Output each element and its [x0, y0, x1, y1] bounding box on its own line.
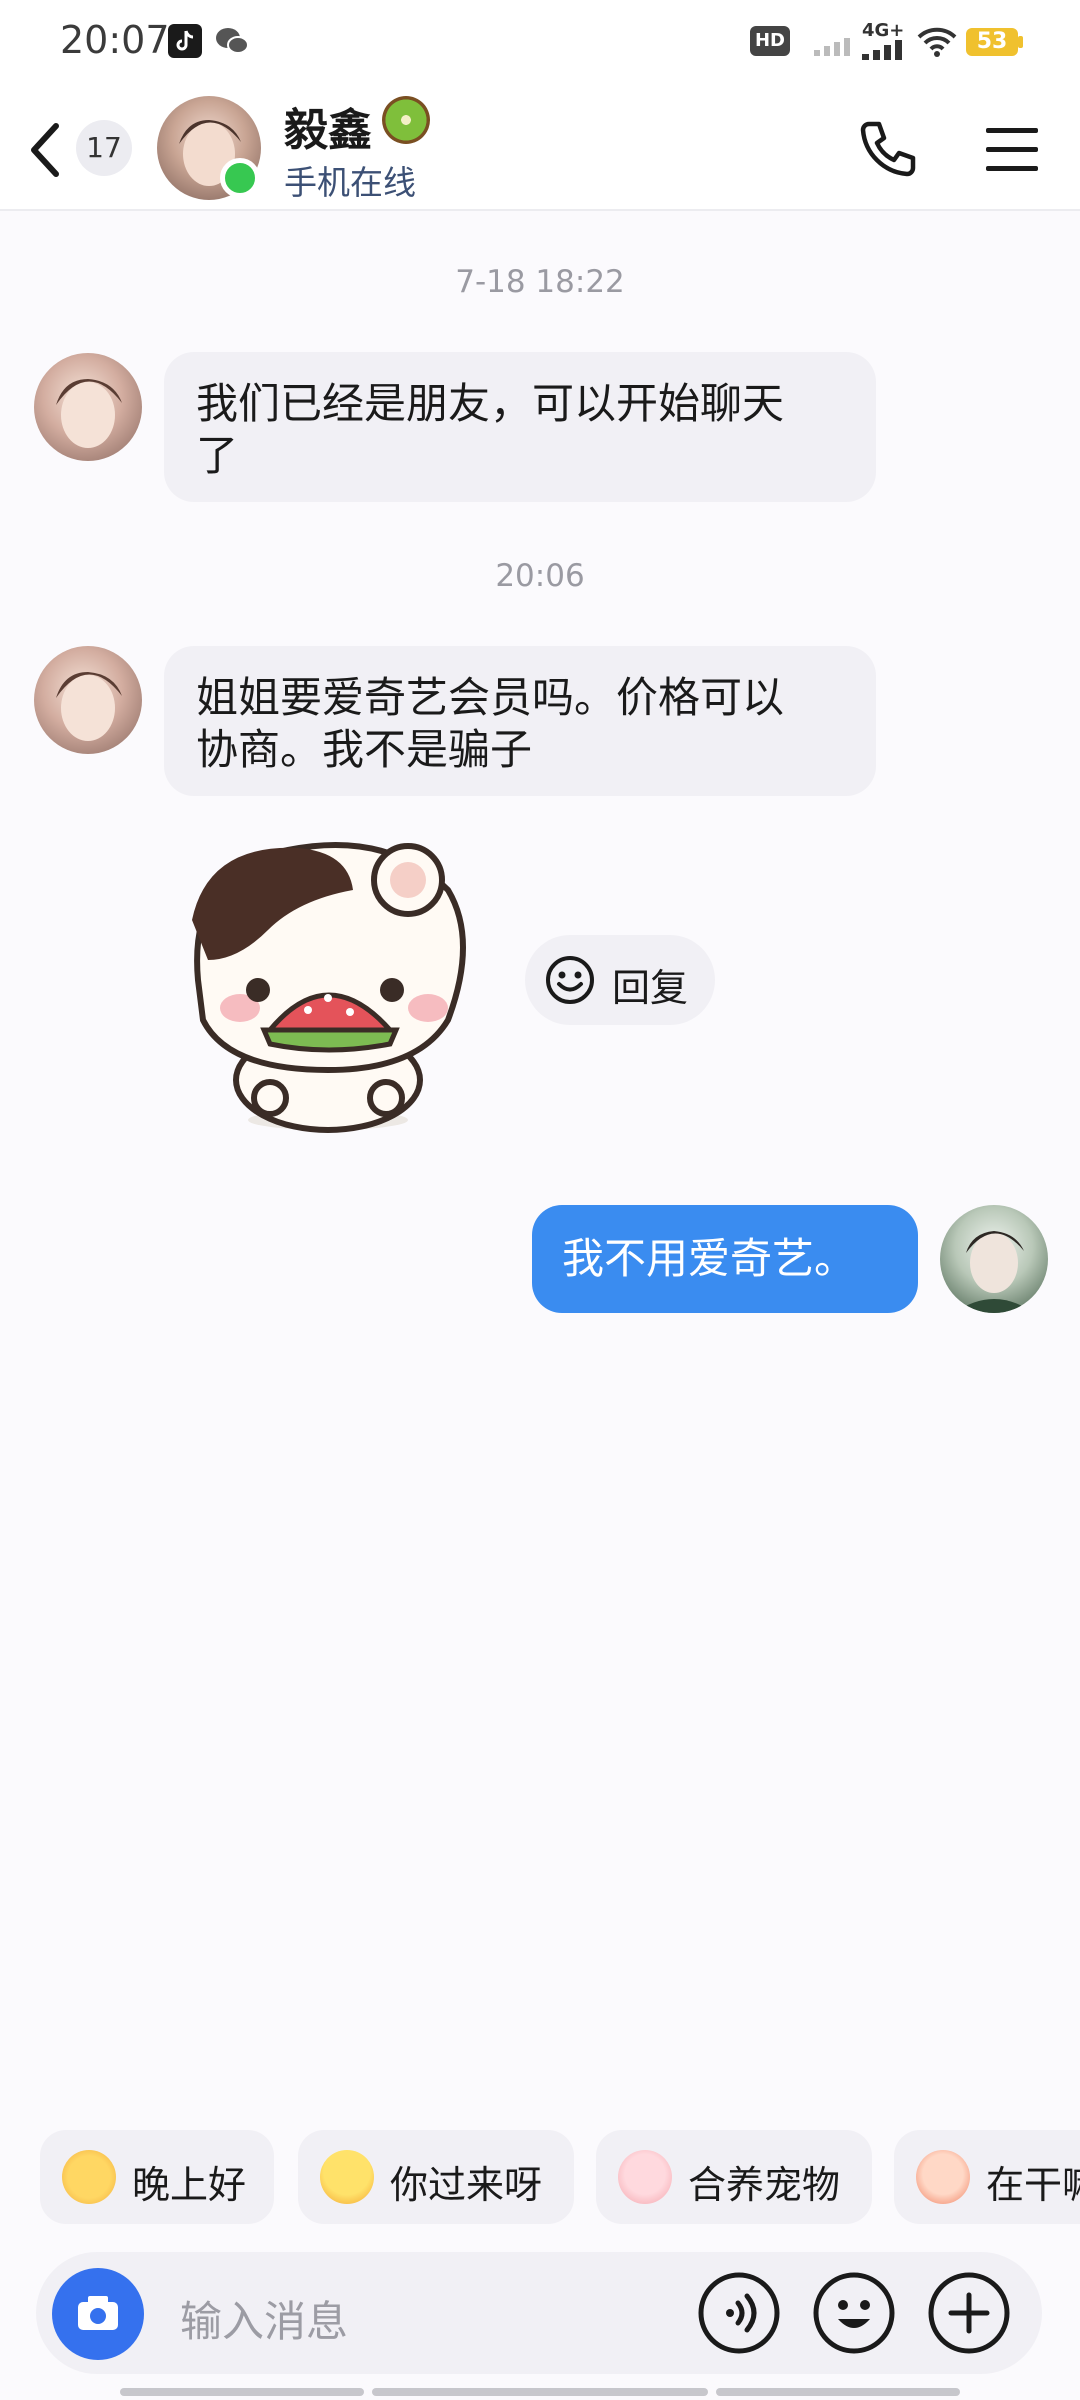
quick-reply-chip[interactable]: 合养宠物: [596, 2130, 872, 2224]
tiktok-icon: [168, 24, 202, 58]
phone-call-icon[interactable]: [855, 118, 919, 182]
kiwi-emoji-icon: [382, 96, 430, 144]
contact-message-avatar[interactable]: [34, 353, 142, 461]
quick-reply-chip[interactable]: 在干嘛: [894, 2130, 1080, 2224]
camera-icon: [78, 2296, 118, 2330]
incoming-message-bubble[interactable]: 姐姐要爱奇艺会员吗。价格可以 协商。我不是骗子: [164, 646, 876, 796]
timestamp: 7-18 18:22: [455, 264, 625, 300]
message-input[interactable]: 输入消息: [180, 2288, 348, 2349]
quick-reply-label: 晚上好: [132, 2163, 247, 2207]
timestamp: 20:06: [495, 558, 585, 594]
quick-reply-chip[interactable]: 你过来呀: [298, 2130, 574, 2224]
emoji-icon[interactable]: [812, 2271, 896, 2355]
cat-eating-watermelon-sticker[interactable]: [178, 830, 478, 1140]
pet-emoji-icon: [916, 2150, 970, 2204]
status-time: 20:07: [60, 18, 170, 62]
signal-weak-icon: [814, 38, 850, 56]
chat-header: 17 毅鑫 手机在线: [0, 84, 1080, 211]
wifi-icon: [917, 27, 957, 57]
back-arrow-icon[interactable]: [22, 120, 72, 180]
wechat-icon: [216, 28, 249, 54]
incoming-message-bubble[interactable]: 我们已经是朋友，可以开始聊天 了: [164, 352, 876, 502]
message-line: 协商。我不是骗子: [196, 725, 533, 774]
quick-reply-label: 你过来呀: [390, 2163, 543, 2207]
outgoing-message-bubble[interactable]: 我不用爱奇艺。: [532, 1205, 918, 1313]
quick-reply-label: 合养宠物: [688, 2163, 841, 2207]
signal-strong-icon: [862, 40, 902, 60]
menu-icon[interactable]: [984, 124, 1040, 176]
reply-button[interactable]: 回复: [525, 935, 715, 1025]
gesture-bar-segment: [716, 2388, 960, 2396]
battery-indicator: 53: [966, 28, 1018, 56]
message-line: 了: [196, 431, 239, 480]
battery-tip: [1018, 36, 1023, 48]
status-bar: 20:07 HD 4G+ 53: [0, 0, 1080, 84]
gesture-bar-segment: [120, 2388, 364, 2396]
camera-button[interactable]: [52, 2268, 144, 2360]
contact-name[interactable]: 毅鑫: [284, 94, 372, 158]
pet-emoji-icon: [618, 2150, 672, 2204]
message-line: 姐姐要爱奇艺会员吗。价格可以: [196, 673, 785, 722]
hd-badge: HD: [750, 26, 790, 56]
gesture-bar-segment: [372, 2388, 708, 2396]
waving-hand-emoji-icon: [62, 2150, 116, 2204]
online-status: 手机在线: [284, 163, 416, 202]
smiley-icon: [546, 956, 594, 1004]
add-icon[interactable]: [927, 2271, 1011, 2355]
online-indicator: [220, 158, 260, 198]
crazy-face-emoji-icon: [320, 2150, 374, 2204]
contact-message-avatar[interactable]: [34, 646, 142, 754]
voice-message-icon[interactable]: [697, 2271, 781, 2355]
message-line: 我们已经是朋友，可以开始聊天: [196, 379, 785, 428]
quick-reply-chip[interactable]: 晚上好: [40, 2130, 274, 2224]
reply-label: 回复: [612, 966, 689, 1010]
unread-count-badge[interactable]: 17: [76, 120, 132, 176]
my-avatar[interactable]: [940, 1205, 1048, 1313]
quick-reply-label: 在干嘛: [986, 2163, 1080, 2207]
